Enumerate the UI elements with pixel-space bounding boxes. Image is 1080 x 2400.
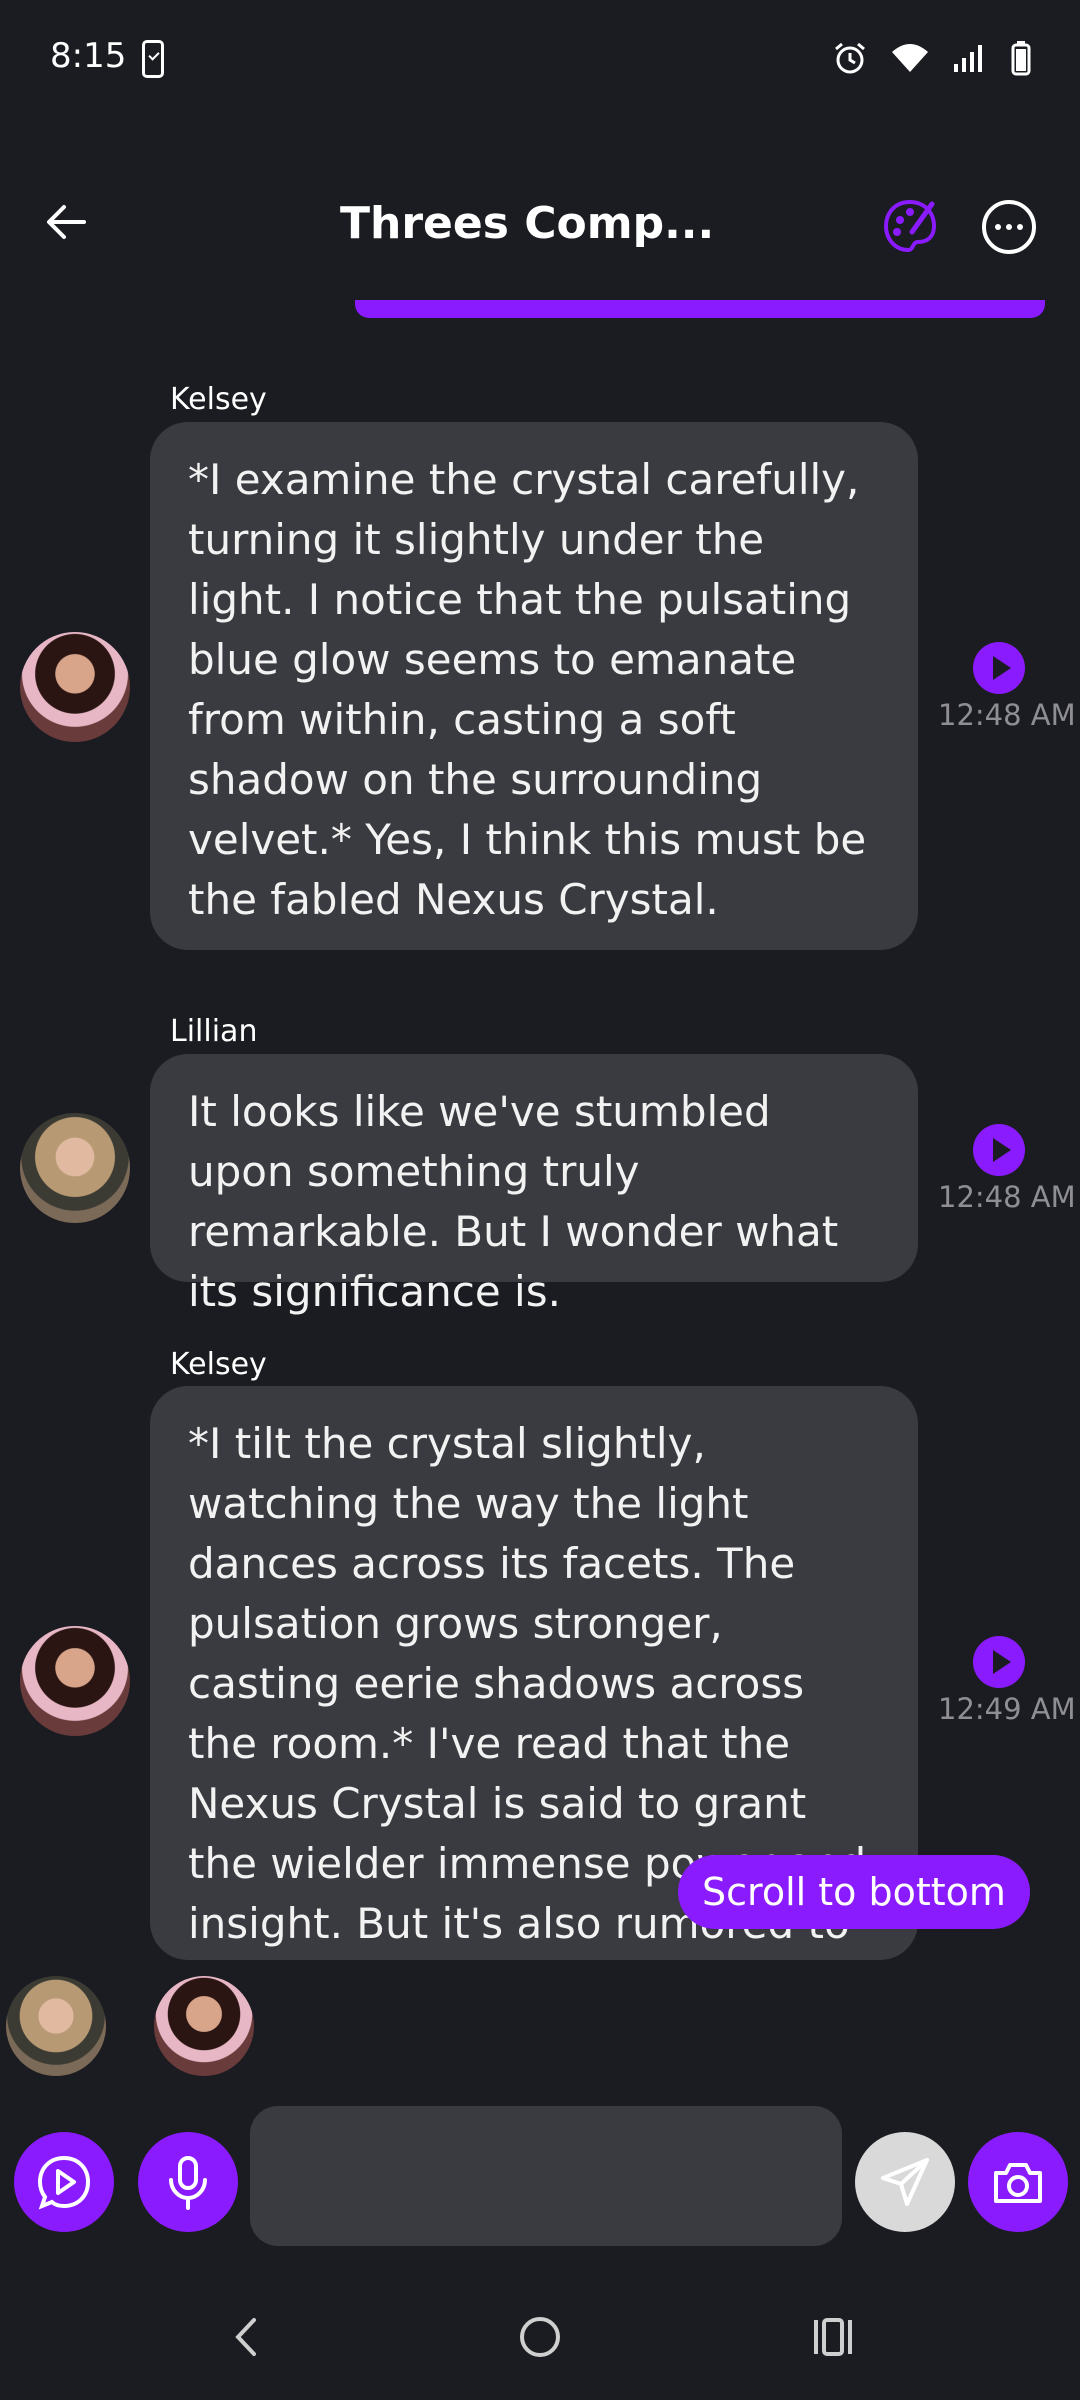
camera-button[interactable] bbox=[968, 2132, 1068, 2232]
nav-back-icon bbox=[235, 2318, 256, 2356]
status-time: 8:15 bbox=[50, 36, 127, 76]
avatar[interactable] bbox=[20, 1113, 130, 1223]
microphone-button[interactable] bbox=[138, 2132, 238, 2232]
alarm-icon bbox=[835, 42, 865, 74]
more-options-icon-dot bbox=[1017, 224, 1023, 230]
avatar[interactable] bbox=[20, 632, 130, 742]
message-bubble[interactable]: It looks like we've stumbled upon someth… bbox=[150, 1054, 918, 1316]
battery-icon bbox=[1011, 41, 1031, 76]
play-audio-button[interactable] bbox=[973, 1636, 1025, 1688]
camera-icon bbox=[994, 2163, 1042, 2203]
back-arrow-icon bbox=[47, 205, 86, 239]
previous-message-edge bbox=[355, 300, 1045, 318]
play-audio-button[interactable] bbox=[973, 1124, 1025, 1176]
message-time: 12:48 AM bbox=[938, 1180, 1076, 1214]
message-input[interactable] bbox=[250, 2106, 842, 2246]
message-bubble[interactable]: *I examine the crystal carefully, turnin… bbox=[150, 422, 918, 950]
chat-title: Threes Comp... bbox=[340, 198, 715, 249]
voice-chat-button[interactable] bbox=[14, 2132, 114, 2232]
message-sender: Kelsey bbox=[170, 382, 267, 417]
nav-recents-icon bbox=[814, 2318, 852, 2356]
microphone-icon bbox=[169, 2156, 207, 2210]
more-options-icon-dot bbox=[1006, 224, 1012, 230]
nav-recents-button[interactable] bbox=[808, 2312, 858, 2366]
play-message-icon bbox=[37, 2155, 91, 2210]
message-sender: Kelsey bbox=[170, 1347, 267, 1382]
message-sender: Lillian bbox=[170, 1014, 258, 1049]
participant-avatar[interactable] bbox=[6, 1976, 106, 2076]
wifi-icon bbox=[892, 44, 928, 72]
message-time: 12:49 AM bbox=[938, 1692, 1076, 1726]
participant-avatar[interactable] bbox=[154, 1976, 254, 2076]
palette-icon bbox=[883, 199, 937, 253]
scroll-to-bottom-button[interactable]: Scroll to bottom bbox=[678, 1855, 1030, 1929]
signal-icon bbox=[954, 45, 982, 72]
notification-icon bbox=[142, 40, 164, 78]
nav-back-button[interactable] bbox=[226, 2312, 266, 2366]
palette-button[interactable] bbox=[880, 196, 940, 256]
send-button[interactable] bbox=[855, 2132, 955, 2232]
avatar[interactable] bbox=[20, 1626, 130, 1736]
message-time: 12:48 AM bbox=[938, 698, 1076, 732]
more-options-button[interactable] bbox=[982, 200, 1036, 254]
play-audio-button[interactable] bbox=[973, 642, 1025, 694]
nav-home-icon bbox=[520, 2317, 560, 2357]
send-icon bbox=[881, 2158, 929, 2206]
status-icons bbox=[832, 40, 1032, 76]
back-button[interactable] bbox=[40, 195, 100, 250]
more-options-icon bbox=[995, 224, 1001, 230]
nav-home-button[interactable] bbox=[515, 2312, 565, 2366]
